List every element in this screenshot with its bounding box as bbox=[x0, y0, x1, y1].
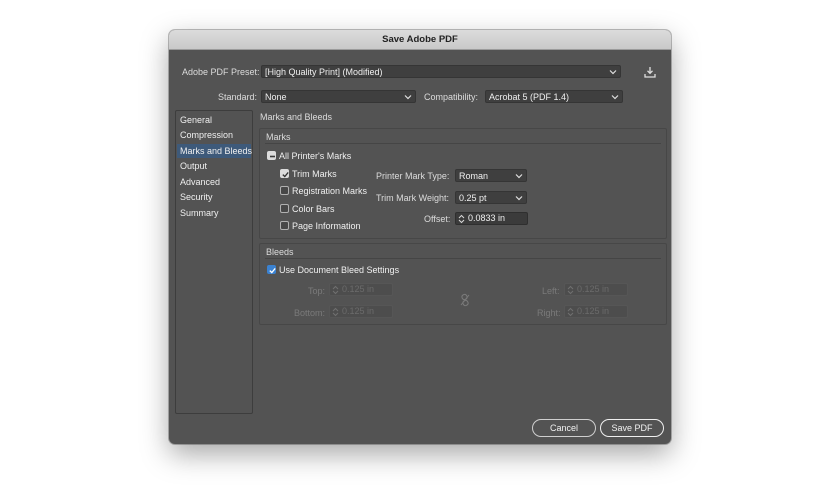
sidebar-item-summary[interactable]: Summary bbox=[180, 206, 219, 220]
sidebar-item-marks-and-bleeds[interactable]: Marks and Bleeds bbox=[177, 144, 252, 158]
sidebar-item-output[interactable]: Output bbox=[180, 159, 207, 173]
bleed-left-field: 0.125 in bbox=[564, 283, 628, 296]
bleed-top-field: 0.125 in bbox=[329, 283, 393, 296]
dialog-title: Save Adobe PDF bbox=[169, 30, 671, 50]
use-document-bleed-checkbox[interactable] bbox=[267, 265, 276, 274]
chevron-down-icon bbox=[515, 170, 523, 181]
bleeds-divider bbox=[265, 258, 661, 259]
printer-mark-type-dropdown[interactable]: Roman bbox=[455, 169, 527, 182]
chevron-down-icon bbox=[609, 66, 617, 77]
stepper-icon[interactable] bbox=[458, 214, 465, 224]
chevron-down-icon bbox=[404, 91, 412, 102]
preset-value: [High Quality Print] (Modified) bbox=[265, 67, 383, 77]
stepper-icon bbox=[332, 307, 339, 317]
registration-marks-checkbox[interactable] bbox=[280, 186, 289, 195]
printer-mark-type-value: Roman bbox=[459, 171, 489, 181]
offset-field[interactable]: 0.0833 in bbox=[455, 212, 528, 225]
page-information-checkbox[interactable] bbox=[280, 221, 289, 230]
standard-value: None bbox=[265, 92, 287, 102]
color-bars-label: Color Bars bbox=[292, 204, 335, 214]
save-pdf-button[interactable]: Save PDF bbox=[600, 419, 664, 437]
color-bars-checkbox[interactable] bbox=[280, 204, 289, 213]
trim-mark-weight-dropdown[interactable]: 0.25 pt bbox=[455, 191, 527, 204]
trim-marks-checkbox[interactable] bbox=[280, 169, 289, 178]
chevron-down-icon bbox=[611, 91, 619, 102]
chevron-down-icon bbox=[515, 192, 523, 203]
stepper-icon bbox=[567, 285, 574, 295]
panel-title: Marks and Bleeds bbox=[260, 112, 333, 122]
standard-dropdown[interactable]: None bbox=[261, 90, 416, 103]
stepper-icon bbox=[332, 285, 339, 295]
bleed-top-label: Top: bbox=[308, 286, 326, 296]
bleeds-section-title: Bleeds bbox=[266, 247, 294, 257]
trim-mark-weight-label: Trim Mark Weight: bbox=[376, 193, 450, 203]
offset-value: 0.0833 in bbox=[468, 213, 506, 223]
all-printers-marks-label: All Printer's Marks bbox=[279, 151, 352, 161]
bleed-top-value: 0.125 in bbox=[342, 284, 375, 294]
bleed-left-value: 0.125 in bbox=[577, 284, 610, 294]
category-sidebar: General Compression Marks and Bleeds Out… bbox=[175, 110, 253, 414]
sidebar-item-advanced[interactable]: Advanced bbox=[180, 175, 220, 189]
compatibility-value: Acrobat 5 (PDF 1.4) bbox=[489, 92, 570, 102]
trim-mark-weight-value: 0.25 pt bbox=[459, 193, 487, 203]
bleed-right-label: Right: bbox=[537, 308, 561, 318]
page-information-label: Page Information bbox=[292, 221, 361, 231]
download-icon[interactable] bbox=[643, 65, 657, 79]
bleed-bottom-value: 0.125 in bbox=[342, 306, 375, 316]
sidebar-item-security[interactable]: Security bbox=[180, 190, 213, 204]
preset-label: Adobe PDF Preset: bbox=[182, 67, 260, 77]
use-document-bleed-label: Use Document Bleed Settings bbox=[279, 265, 400, 275]
offset-label: Offset: bbox=[424, 214, 451, 224]
printer-mark-type-label: Printer Mark Type: bbox=[376, 171, 450, 181]
bleed-right-field: 0.125 in bbox=[564, 305, 628, 318]
bleed-left-label: Left: bbox=[542, 286, 560, 296]
bleed-right-value: 0.125 in bbox=[577, 306, 610, 316]
bleed-bottom-label: Bottom: bbox=[294, 308, 326, 318]
bleed-bottom-field: 0.125 in bbox=[329, 305, 393, 318]
all-printers-marks-checkbox[interactable] bbox=[267, 151, 276, 160]
sidebar-item-compression[interactable]: Compression bbox=[180, 128, 233, 142]
standard-label: Standard: bbox=[218, 92, 258, 102]
compatibility-label: Compatibility: bbox=[424, 92, 479, 102]
sidebar-item-general[interactable]: General bbox=[180, 113, 212, 127]
link-icon bbox=[459, 293, 471, 307]
compatibility-dropdown[interactable]: Acrobat 5 (PDF 1.4) bbox=[485, 90, 623, 103]
registration-marks-label: Registration Marks bbox=[292, 186, 368, 196]
marks-section-title: Marks bbox=[266, 132, 291, 142]
trim-marks-label: Trim Marks bbox=[292, 169, 337, 179]
save-pdf-dialog: Save Adobe PDF Adobe PDF Preset: [High Q… bbox=[169, 30, 671, 444]
stepper-icon bbox=[567, 307, 574, 317]
marks-divider bbox=[265, 143, 661, 144]
preset-dropdown[interactable]: [High Quality Print] (Modified) bbox=[261, 65, 621, 78]
cancel-button[interactable]: Cancel bbox=[532, 419, 596, 437]
